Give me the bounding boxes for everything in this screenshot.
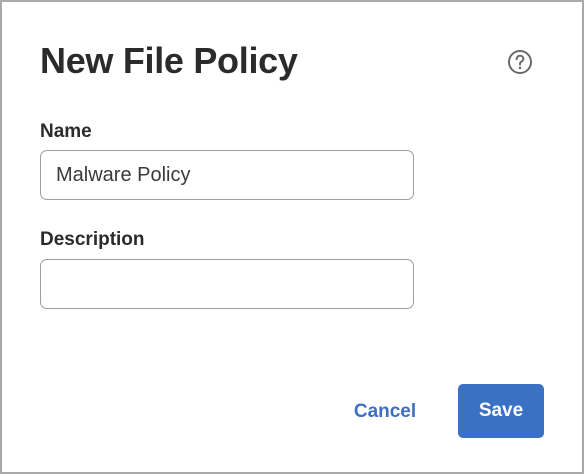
dialog-title: New File Policy	[40, 40, 298, 81]
question-circle-icon	[508, 50, 532, 74]
save-button[interactable]: Save	[458, 384, 544, 438]
name-label: Name	[40, 121, 92, 142]
cancel-button[interactable]: Cancel	[334, 386, 436, 438]
new-file-policy-dialog: New File Policy Name Description Cancel …	[2, 2, 582, 472]
description-label: Description	[40, 229, 145, 250]
help-icon[interactable]	[507, 49, 533, 75]
description-input[interactable]	[40, 259, 414, 309]
name-input[interactable]	[40, 150, 414, 200]
